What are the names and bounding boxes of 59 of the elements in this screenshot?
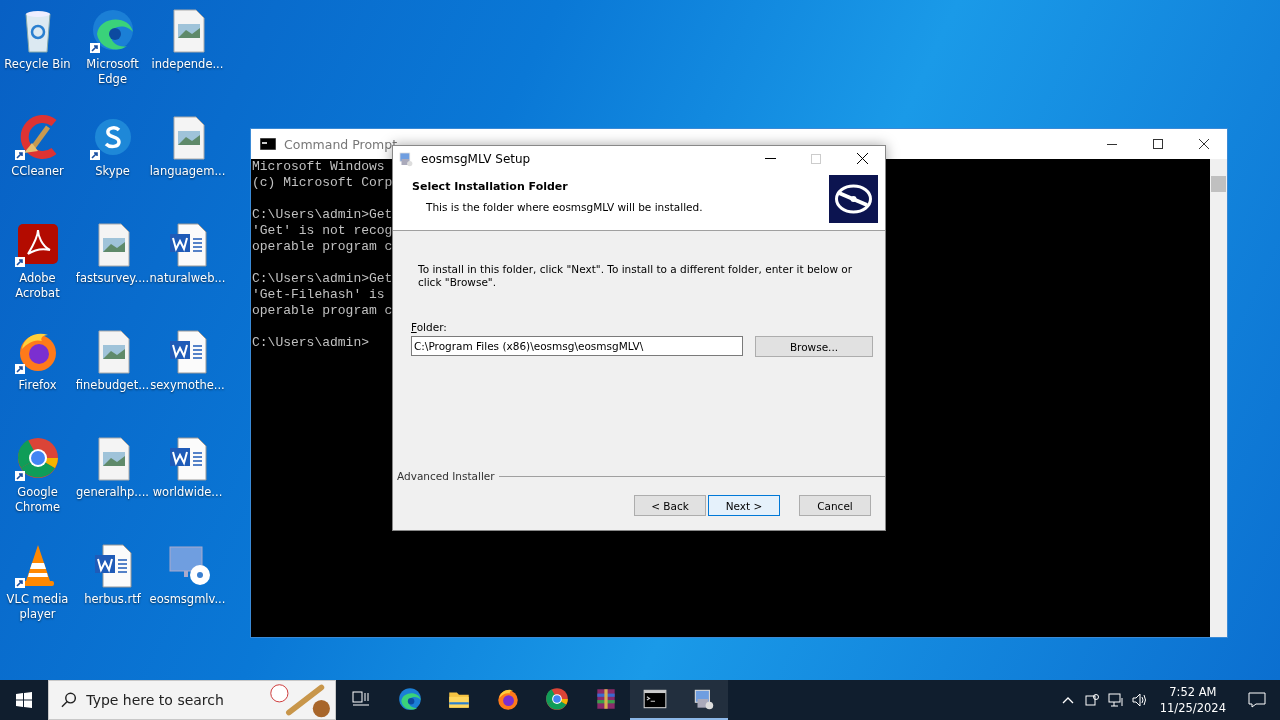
desktop-shortcut[interactable]: fastsurvey.... [75, 220, 150, 286]
maximize-icon [1153, 139, 1163, 149]
wizard-button[interactable]: < Back [634, 495, 706, 516]
taskbar-app[interactable] [679, 680, 728, 720]
search-icon [61, 692, 77, 708]
terminal-icon [260, 138, 276, 150]
console-line: Microsoft Windows [252, 159, 385, 175]
clock[interactable]: 7:52 AM 11/25/2024 [1151, 685, 1234, 715]
wizard-button[interactable]: Next > [708, 495, 780, 516]
maximize-icon [811, 153, 821, 164]
desktop-shortcut[interactable]: sexymothe... [150, 327, 225, 393]
console-line: 'Get' is not recog [252, 223, 393, 239]
desktop-shortcut[interactable]: Skype [75, 113, 150, 179]
desktop-shortcut[interactable]: eosmsgmlv... [150, 541, 225, 607]
desktop-shortcut[interactable]: generalhp.... [75, 434, 150, 500]
task-view-icon [351, 691, 370, 707]
console-line: C:\Users\admin>Get [252, 271, 393, 287]
search-field[interactable]: Type here to search [86, 692, 257, 708]
desktop-shortcut[interactable]: Recycle Bin [0, 6, 75, 72]
installer-icon [397, 149, 415, 168]
minimize-icon [764, 158, 776, 159]
wave-logo-icon [396, 686, 423, 712]
desktop-shortcut[interactable]: languagem... [150, 113, 225, 179]
desktop-shortcut[interactable]: independe... [150, 6, 225, 72]
step-description: This is the folder where eosmsgMLV will be installed. [426, 201, 703, 213]
installer-brand: Advanced Installer [397, 470, 495, 482]
taskbar-app[interactable] [630, 680, 679, 720]
desktop-shortcut[interactable]: CCleaner [0, 113, 75, 179]
circle-logo-icon [543, 686, 570, 712]
desktop-shortcut[interactable]: finebudget... [75, 327, 150, 393]
windows-logo-icon [16, 692, 32, 708]
close-icon [1199, 139, 1209, 149]
console-line: operable program c [252, 239, 393, 255]
desktop-shortcut[interactable]: worldwide... [150, 434, 225, 500]
close-icon [856, 153, 868, 164]
console-line: 'Get-Filehash' is [252, 287, 385, 303]
desktop-shortcut[interactable]: Google Chrome [0, 434, 75, 515]
console-line: C:\Users\admin>Get [252, 207, 393, 223]
folder-label: Folder: [411, 321, 447, 333]
disc-logo-icon [829, 175, 878, 223]
wizard-button[interactable]: Cancel [799, 495, 871, 516]
minimize-icon [1107, 143, 1117, 145]
desktop-shortcut[interactable]: naturalweb... [150, 220, 225, 286]
instruction-text: To install in this folder, click "Next". To install to a different folder, enter it below or click "Browse". [418, 263, 854, 289]
folder-input[interactable]: C:\Program Files (x86)\eosmsg\eosmsgMLV\ [411, 336, 743, 356]
dialog-title: eosmsgMLV Setup [421, 151, 532, 166]
step-heading: Select Installation Folder [412, 180, 568, 193]
clock-time: 7:52 AM [1169, 685, 1217, 699]
scrollbar[interactable] [1210, 159, 1227, 637]
console-line: C:\Users\admin> [252, 335, 370, 351]
desktop-shortcut[interactable]: Firefox [0, 327, 75, 393]
clock-date: 11/25/2024 [1159, 701, 1226, 715]
desktop-shortcut[interactable]: herbus.rtf [75, 541, 150, 607]
desktop-shortcut[interactable]: VLC media player [0, 541, 75, 622]
console-line: operable program c [252, 303, 393, 319]
console-line: (c) Microsoft Corp [252, 175, 393, 191]
browse-button[interactable]: Browse... [755, 336, 873, 357]
desktop-shortcut[interactable]: Adobe Acrobat [0, 220, 75, 301]
desktop-shortcut[interactable]: Microsoft Edge [75, 6, 150, 87]
